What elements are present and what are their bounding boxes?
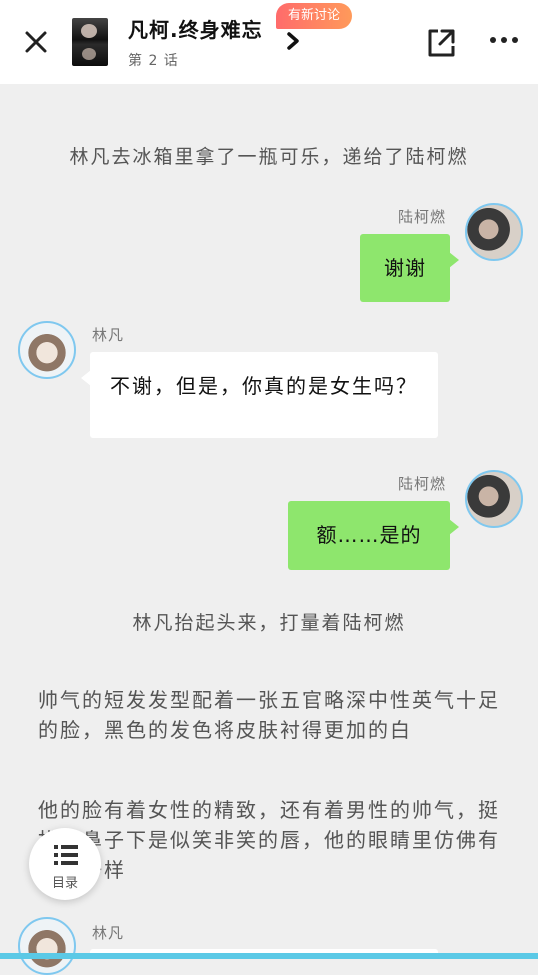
share-icon (428, 29, 455, 57)
avatar[interactable] (465, 470, 523, 528)
avatar[interactable] (18, 321, 76, 379)
story-cover[interactable] (72, 18, 108, 66)
narration-text: 林凡抬起头来，打量着陆柯燃 (132, 612, 406, 634)
avatar[interactable] (465, 203, 523, 261)
story-title[interactable]: 凡柯.终身难忘 (128, 14, 263, 43)
close-icon (25, 31, 47, 53)
chat-bubble: 谢谢 (360, 234, 459, 302)
chevron-right-icon[interactable] (286, 26, 302, 63)
top-bar: 凡柯.终身难忘 第 2 话 有新讨论 (0, 0, 538, 84)
toc-label: 目录 (51, 876, 78, 891)
speaker-name: 林凡 (92, 924, 125, 942)
speaker-name: 陆柯燃 (398, 208, 447, 226)
chat-bubble: 不谢，但是，你真的是女生吗？ (81, 352, 438, 438)
share-button[interactable] (424, 26, 458, 60)
new-discussion-badge[interactable]: 有新讨论 (276, 3, 353, 29)
speaker-name: 林凡 (92, 326, 125, 344)
chapter-label: 第 2 话 (128, 53, 179, 69)
list-icon (54, 845, 78, 865)
paragraph-text: 他的脸有着女性的精致，还有着男性的帅气，挺拔的鼻子下是似笑非笑的唇，他的眼睛里仿… (38, 798, 500, 882)
more-button[interactable] (486, 22, 522, 58)
more-icon (490, 37, 518, 43)
chat-bubble: 额……是的 (288, 501, 459, 570)
avatar[interactable] (18, 917, 76, 975)
speaker-name: 陆柯燃 (398, 475, 447, 493)
paragraph-text: 帅气的短发发型配着一张五官略深中性英气十足的脸，黑色的发色将皮肤衬得更加的白 (38, 688, 500, 742)
close-button[interactable] (20, 26, 52, 58)
narration-text: 林凡去冰箱里拿了一瓶可乐，递给了陆柯燃 (69, 146, 469, 168)
bottom-accent-bar (0, 953, 538, 959)
table-of-contents-button[interactable]: 目录 (29, 828, 101, 900)
